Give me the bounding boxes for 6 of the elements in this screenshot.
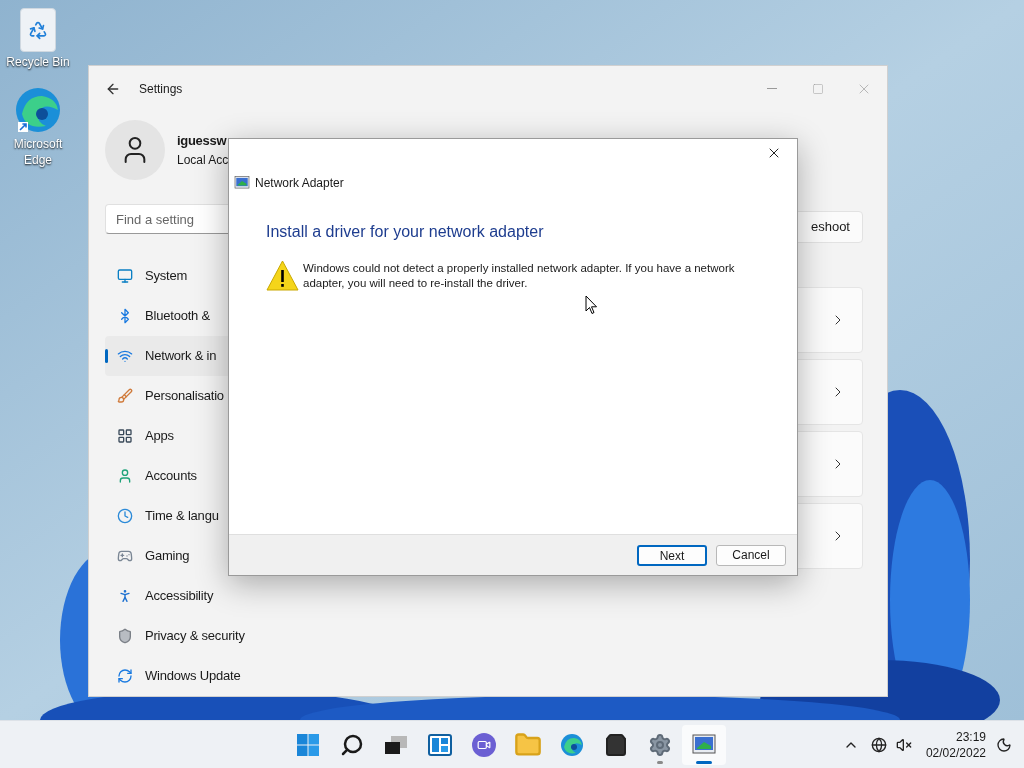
window-title: Settings [139,80,183,98]
user-name: iguessw [177,132,228,151]
dialog-heading: Install a driver for your network adapter [266,222,545,242]
warning-message: Windows could not detect a properly installed network adapter. If you have a network adapter, you will need to re-install the driver. [303,261,736,291]
account-type: Local Acc [177,151,229,169]
dialog-title: Network Adapter [255,175,344,192]
